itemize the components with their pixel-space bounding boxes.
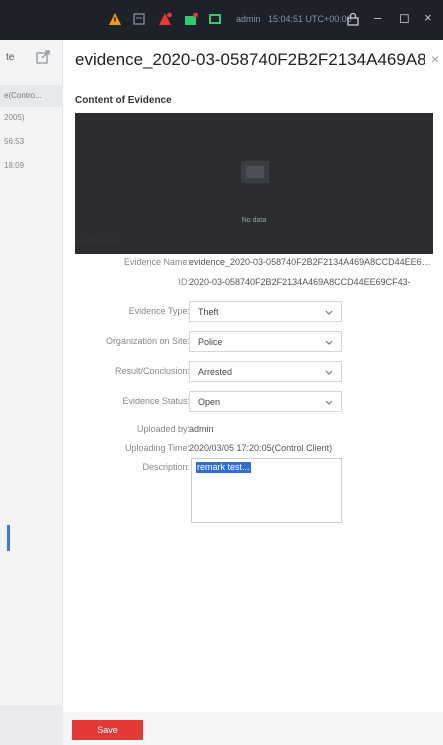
evidence-preview[interactable]: No data [75, 113, 433, 254]
chevron-down-icon [325, 400, 333, 405]
uploading-time-value: 2020/03/05 17:20:05(Control Client) [189, 443, 333, 453]
current-user[interactable]: admin [236, 14, 261, 24]
scroll-indicator[interactable] [7, 525, 10, 551]
list-item[interactable]: e(Contro... [0, 85, 63, 107]
video-placeholder-icon [241, 161, 269, 183]
evidence-type-label: Evidence Type: [128, 306, 190, 316]
task-icon[interactable] [132, 12, 146, 26]
evidence-name-value: evidence_2020-03-058740F2B2F2134A469A8CC… [189, 257, 433, 267]
result-select[interactable]: Arrested [189, 361, 342, 382]
event-icon[interactable] [184, 12, 198, 26]
lock-icon[interactable] [346, 12, 360, 26]
list-item[interactable]: 2005) [0, 107, 63, 129]
evidence-status-label: Evidence Status: [122, 396, 190, 406]
organization-label: Organization on Site: [105, 336, 190, 346]
dialog-title: evidence_2020-03-058740F2B2F2134A469A8CC… [75, 50, 425, 69]
evidence-dialog: evidence_2020-03-058740F2B2F2134A469A8CC… [63, 40, 443, 745]
no-data-label: No data [241, 217, 267, 224]
network-status-icon[interactable] [208, 12, 222, 26]
result-value: Arrested [198, 367, 233, 377]
export-icon[interactable] [36, 50, 50, 64]
uploaded-by-label: Uploaded by: [136, 424, 190, 434]
window-title-bar: admin 15:04:51 UTC+00:00 – ◻ × [0, 0, 443, 40]
list-item[interactable]: 18:09 [0, 155, 63, 177]
dialog-footer: Save [63, 712, 443, 745]
description-textarea[interactable]: remark test... [191, 458, 342, 523]
evidence-type-value: Theft [198, 307, 219, 317]
organization-select[interactable]: Police [189, 331, 342, 352]
restore-button[interactable]: ◻ [399, 11, 410, 25]
result-label: Result/Conclusion: [114, 366, 190, 376]
minimize-button[interactable]: – [374, 11, 381, 25]
background-panel: te e(Contro... 2005) 56:53 18:09 [0, 40, 63, 745]
chevron-down-icon [325, 370, 333, 375]
window-close-button[interactable]: × [424, 11, 432, 25]
evidence-section-title: Evidence [75, 236, 119, 247]
panel-footer [0, 705, 63, 745]
dialog-close-button[interactable]: × [431, 52, 439, 66]
evidence-name-label: Evidence Name: [123, 257, 190, 267]
id-value: 2020-03-058740F2B2F2134A469A8CCD44EE69CF… [189, 277, 411, 287]
panel-header: te [0, 40, 63, 76]
content-section-title: Content of Evidence [75, 95, 172, 106]
evidence-status-select[interactable]: Open [189, 391, 342, 412]
list-item[interactable]: 56:53 [0, 131, 63, 153]
uploaded-by-value: admin [189, 424, 214, 434]
uploading-time-label: Uploading Time: [124, 443, 190, 453]
save-button[interactable]: Save [72, 720, 143, 740]
alert-icon[interactable] [158, 12, 172, 26]
description-label: Description: [142, 462, 190, 472]
alarm-icon[interactable] [108, 12, 122, 26]
description-text[interactable]: remark test... [196, 462, 251, 473]
panel-header-label: te [6, 52, 15, 63]
evidence-status-value: Open [198, 397, 221, 407]
system-time: 15:04:51 UTC+00:00 [268, 14, 352, 24]
chevron-down-icon [325, 310, 333, 315]
organization-value: Police [198, 337, 223, 347]
evidence-type-select[interactable]: Theft [189, 301, 342, 322]
chevron-down-icon [325, 340, 333, 345]
